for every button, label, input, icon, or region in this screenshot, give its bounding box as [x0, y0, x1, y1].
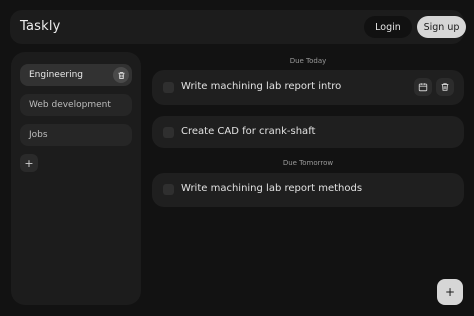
section-title-due-today: Due Today	[289, 57, 327, 65]
app-title: Taskly	[20, 19, 61, 34]
trash-icon[interactable]	[113, 67, 129, 83]
top-bar: Taskly Login Sign up	[10, 10, 466, 44]
trash-icon[interactable]	[436, 78, 454, 96]
sidebar-item-engineering[interactable]: Engineering	[20, 64, 132, 86]
task-checkbox[interactable]	[163, 184, 174, 195]
login-button[interactable]: Login	[364, 16, 412, 38]
task-checkbox[interactable]	[163, 127, 174, 138]
task-text: Create CAD for crank-shaft	[181, 126, 316, 137]
calendar-icon[interactable]	[414, 78, 432, 96]
task-text: Write machining lab report intro	[181, 81, 342, 92]
app-root: Taskly Login Sign up Engineering Web dev…	[0, 0, 474, 316]
signup-button[interactable]: Sign up	[417, 16, 466, 38]
sidebar-item-web-development[interactable]: Web development	[20, 94, 132, 116]
task-text: Write machining lab report methods	[181, 183, 363, 194]
task-checkbox[interactable]	[163, 82, 174, 93]
sidebar-item-label: Web development	[29, 100, 111, 110]
sidebar	[11, 52, 141, 305]
task-card[interactable]: Write machining lab report methods	[152, 173, 464, 207]
sidebar-item-label: Jobs	[29, 130, 48, 140]
task-card[interactable]: Write machining lab report intro	[152, 70, 464, 105]
task-card[interactable]: Create CAD for crank-shaft	[152, 116, 464, 148]
sidebar-item-jobs[interactable]: Jobs	[20, 124, 132, 146]
add-category-button[interactable]: +	[20, 154, 38, 172]
sidebar-item-label: Engineering	[29, 70, 83, 80]
add-task-button[interactable]: +	[437, 279, 463, 305]
section-title-due-tomorrow: Due Tomorrow	[282, 159, 334, 167]
